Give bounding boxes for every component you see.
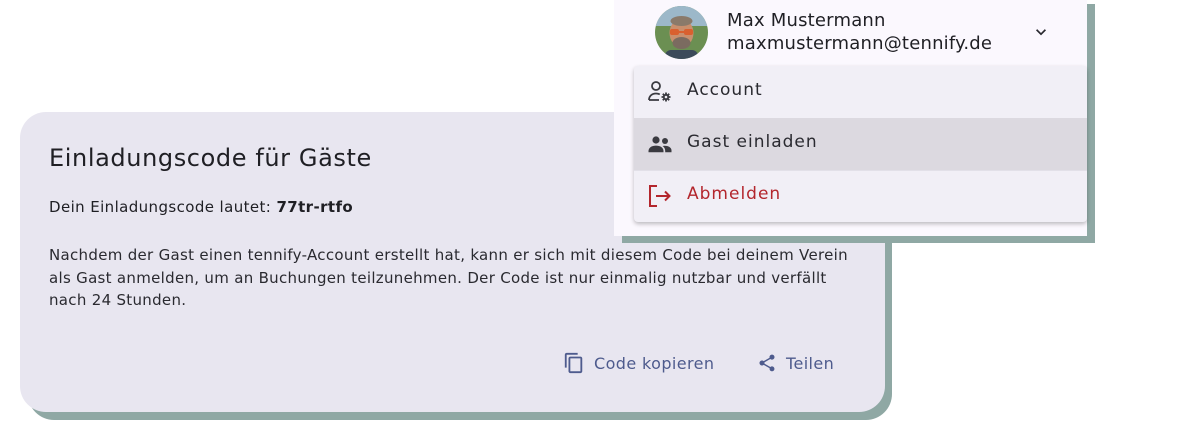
invite-code-value: 77tr-rtfo	[276, 198, 354, 216]
share-button[interactable]: Teilen	[757, 349, 834, 377]
menu-item-account[interactable]: Account	[634, 66, 1087, 118]
invite-description: Nachdem der Gast einen tennify-Account e…	[49, 246, 848, 309]
invite-code-prefix: Dein Einladungscode lautet:	[49, 198, 277, 216]
invite-code-line: Dein Einladungscode lautet: 77tr-rtfo	[49, 198, 353, 216]
share-icon	[757, 353, 777, 373]
copy-code-button[interactable]: Code kopieren	[563, 349, 714, 377]
people-icon	[647, 131, 673, 161]
copy-icon	[563, 352, 585, 374]
user-name: Max Mustermann	[727, 10, 886, 31]
menu-item-logout[interactable]: Abmelden	[634, 170, 1087, 222]
copy-code-label: Code kopieren	[594, 353, 715, 373]
user-header[interactable]: Max Mustermann maxmustermann@tennify.de	[614, 0, 1087, 64]
menu-item-label: Abmelden	[687, 184, 782, 204]
logout-icon	[647, 183, 673, 213]
menu-item-invite-guest[interactable]: Gast einladen	[634, 118, 1087, 170]
user-email: maxmustermann@tennify.de	[727, 33, 993, 54]
menu-item-label: Gast einladen	[687, 132, 818, 152]
user-gear-icon	[647, 79, 673, 109]
user-menu-panel: Max Mustermann maxmustermann@tennify.de …	[614, 0, 1087, 236]
share-label: Teilen	[786, 353, 835, 373]
user-dropdown-menu: Account Gast einladen Abmelden	[634, 66, 1087, 222]
avatar	[655, 6, 708, 59]
card-title: Einladungscode für Gäste	[49, 144, 372, 172]
menu-item-label: Account	[687, 80, 763, 100]
chevron-down-icon[interactable]	[1031, 22, 1051, 46]
